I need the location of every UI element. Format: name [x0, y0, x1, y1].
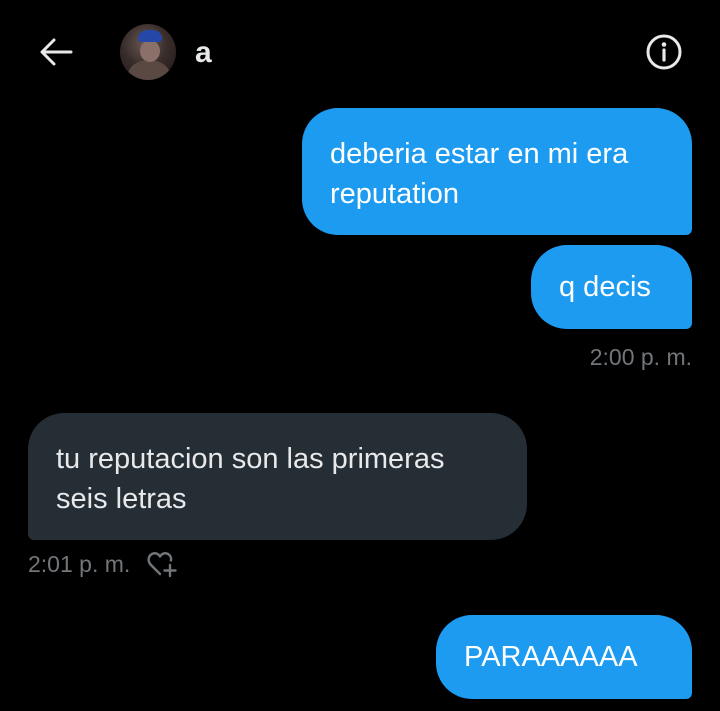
message-text-line: seis letras [56, 483, 187, 515]
back-button[interactable] [36, 34, 76, 70]
message-timestamp: 2:00 p. m. [589, 344, 692, 370]
arrow-left-icon [40, 38, 73, 66]
message-timestamp: 2:01 p. m. [28, 551, 131, 577]
info-button[interactable] [645, 33, 683, 71]
conversation-header: a [0, 0, 720, 100]
message-text-line: tu reputacion son las primeras [56, 443, 445, 475]
avatar[interactable] [120, 24, 176, 80]
message-bubble-received[interactable]: tu reputacion son las primeras seis letr… [28, 413, 527, 540]
message-bubble-sent[interactable]: deberia estar en mi era reputation [302, 108, 692, 235]
message-text-line: reputation [330, 178, 459, 210]
message-text-line: q decis [559, 271, 651, 303]
add-reaction-button[interactable] [146, 549, 178, 579]
info-icon [646, 34, 682, 70]
heart-plus-icon [147, 552, 177, 578]
message-text-line: PARAAAAAA [464, 641, 638, 673]
message-text-line: deberia estar en mi era [330, 138, 629, 170]
message-bubble-sent[interactable]: q decis [531, 245, 692, 329]
message-bubble-sent[interactable]: PARAAAAAA [436, 615, 692, 699]
contact-name[interactable]: a [195, 36, 212, 70]
